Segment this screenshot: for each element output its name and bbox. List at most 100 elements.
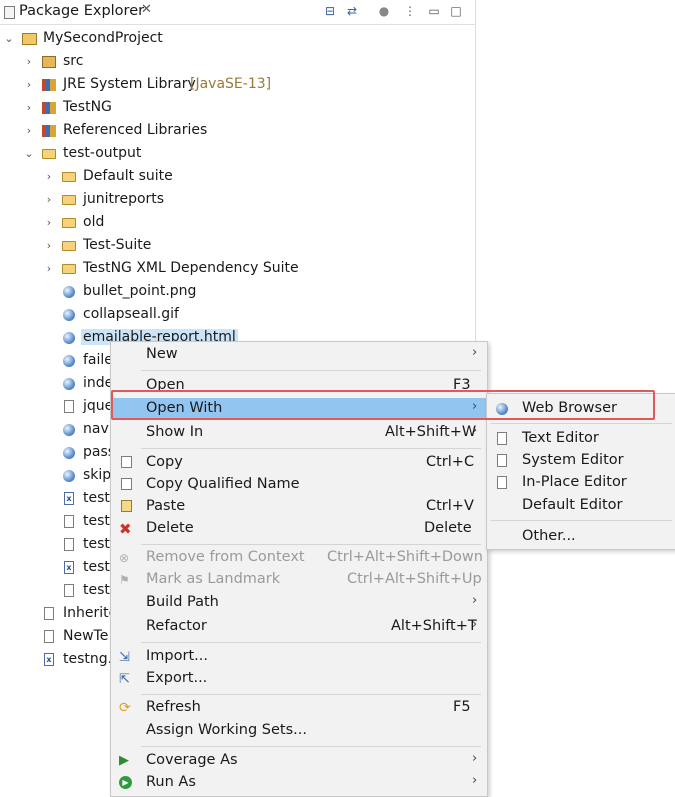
menu-item-mark-as-landmark: ⚑ Mark as Landmark Ctrl+Alt+Shift+Up: [111, 569, 487, 591]
menu-item-copy-qualified-name[interactable]: Copy Qualified Name: [111, 474, 487, 496]
minimize-icon[interactable]: ▭: [426, 3, 442, 19]
menu-shortcut: Alt+Shift+W: [385, 424, 477, 440]
tree-item-folder[interactable]: › old: [0, 212, 475, 234]
copy-icon: [119, 456, 133, 470]
view-menu-icon[interactable]: ⋮: [402, 3, 418, 19]
jre-version-decoration: [JavaSE-13]: [190, 76, 272, 92]
menu-separator: [491, 520, 672, 521]
menu-shortcut: Ctrl+Alt+Shift+Up: [347, 571, 482, 587]
tree-item-referenced-libraries[interactable]: › Referenced Libraries: [0, 120, 475, 142]
tree-item-file[interactable]: collapseall.gif: [0, 304, 475, 326]
menu-item-run-as[interactable]: ▶ Run As ›: [111, 772, 487, 794]
menu-item-label: Export...: [146, 670, 208, 686]
tree-label: test-output: [63, 145, 142, 161]
submenu-item-in-place-editor[interactable]: In-Place Editor: [487, 472, 675, 494]
menu-item-new[interactable]: New ›: [111, 344, 487, 366]
tree-label: Test-Suite: [83, 237, 152, 253]
tree-item-folder[interactable]: › Test-Suite: [0, 235, 475, 257]
menu-item-copy[interactable]: Copy Ctrl+C: [111, 452, 487, 474]
chevron-right-icon[interactable]: ›: [44, 216, 54, 230]
collapse-all-icon[interactable]: ⊟: [322, 3, 338, 19]
xml-file-icon: x: [62, 561, 76, 575]
link-with-editor-icon[interactable]: ⇄: [344, 3, 360, 19]
folder-icon: [62, 262, 76, 276]
web-file-icon: [62, 354, 76, 368]
menu-separator: [141, 642, 481, 643]
chevron-right-icon[interactable]: ›: [24, 78, 34, 92]
menu-shortcut: Alt+Shift+T: [391, 618, 477, 634]
menu-item-export[interactable]: ⇱ Export...: [111, 668, 487, 690]
tree-item-folder[interactable]: › Default suite: [0, 166, 475, 188]
chevron-right-icon: ›: [472, 345, 478, 360]
menu-item-label: Copy: [146, 454, 183, 470]
menu-item-label: Show In: [146, 424, 204, 440]
tree-label: junitreports: [83, 191, 165, 207]
close-icon[interactable]: ✕: [141, 2, 152, 17]
menu-separator: [141, 694, 481, 695]
submenu-item-label: Other...: [522, 528, 576, 544]
submenu-item-default-editor[interactable]: Default Editor: [487, 495, 675, 517]
menu-item-label: Copy Qualified Name: [146, 476, 300, 492]
library-icon: [42, 124, 56, 138]
menu-item-refactor[interactable]: Refactor Alt+Shift+T ›: [111, 616, 487, 638]
tree-item-file[interactable]: bullet_point.png: [0, 281, 475, 303]
tree-item-folder[interactable]: › junitreports: [0, 189, 475, 211]
package-explorer-icon: [4, 6, 15, 19]
chevron-right-icon[interactable]: ›: [44, 193, 54, 207]
focus-icon[interactable]: ●: [376, 3, 392, 19]
menu-item-coverage-as[interactable]: ▶ Coverage As ›: [111, 750, 487, 772]
tab-title: Package Explorer: [19, 3, 145, 19]
menu-item-label: Run As: [146, 774, 196, 790]
tree-item-jre[interactable]: › JRE System Library [JavaSE-13]: [0, 74, 475, 96]
chevron-right-icon[interactable]: ›: [24, 55, 34, 69]
tree-item-src[interactable]: › src: [0, 51, 475, 73]
menu-item-build-path[interactable]: Build Path ›: [111, 592, 487, 614]
submenu-item-label: In-Place Editor: [522, 474, 627, 490]
text-file-icon: [62, 515, 76, 529]
menu-item-label: Coverage As: [146, 752, 238, 768]
menu-item-delete[interactable]: ✖ Delete Delete: [111, 518, 487, 540]
refresh-icon: ⟳: [119, 700, 131, 716]
menu-separator: [141, 370, 481, 371]
menu-item-refresh[interactable]: ⟳ Refresh F5: [111, 697, 487, 719]
chevron-right-icon[interactable]: ›: [44, 262, 54, 276]
folder-icon: [62, 239, 76, 253]
submenu-item-other[interactable]: Other...: [487, 526, 675, 548]
menu-item-remove-from-context: ⊗ Remove from Context Ctrl+Alt+Shift+Dow…: [111, 547, 487, 569]
chevron-right-icon[interactable]: ›: [24, 101, 34, 115]
java-file-icon: [42, 607, 56, 621]
text-file-icon: [62, 538, 76, 552]
chevron-down-icon[interactable]: ⌄: [24, 147, 34, 161]
menu-shortcut: Ctrl+C: [426, 454, 475, 470]
web-file-icon: [62, 285, 76, 299]
menu-item-import[interactable]: ⇲ Import...: [111, 646, 487, 668]
submenu-item-label: Default Editor: [522, 497, 623, 513]
coverage-icon: ▶: [119, 753, 129, 768]
tree-label: JRE System Library: [63, 76, 196, 92]
submenu-item-system-editor[interactable]: System Editor: [487, 450, 675, 472]
menu-item-label: Import...: [146, 648, 208, 664]
tree-item-testng[interactable]: › TestNG: [0, 97, 475, 119]
menu-item-label: Paste: [146, 498, 186, 514]
maximize-icon[interactable]: □: [448, 3, 464, 19]
chevron-right-icon[interactable]: ›: [24, 124, 34, 138]
submenu-item-text-editor[interactable]: Text Editor: [487, 428, 675, 450]
tree-label: old: [83, 214, 105, 230]
web-file-icon: [62, 423, 76, 437]
menu-item-paste[interactable]: Paste Ctrl+V: [111, 496, 487, 518]
chevron-down-icon[interactable]: ⌄: [4, 32, 14, 46]
tree-item-test-output[interactable]: ⌄ test-output: [0, 143, 475, 165]
text-file-icon: [62, 584, 76, 598]
menu-separator: [141, 448, 481, 449]
menu-item-label: Refresh: [146, 699, 201, 715]
menu-item-show-in[interactable]: Show In Alt+Shift+W ›: [111, 422, 487, 444]
tree-item-folder[interactable]: › TestNG XML Dependency Suite: [0, 258, 475, 280]
chevron-right-icon[interactable]: ›: [44, 239, 54, 253]
menu-item-assign-working-sets[interactable]: Assign Working Sets...: [111, 720, 487, 742]
menu-item-label: Assign Working Sets...: [146, 722, 308, 738]
chevron-right-icon[interactable]: ›: [44, 170, 54, 184]
package-explorer-tab[interactable]: Package Explorer ✕: [0, 0, 158, 24]
tree-label: TestNG XML Dependency Suite: [83, 260, 299, 276]
tree-item-project[interactable]: ⌄ MySecondProject: [0, 28, 475, 50]
landmark-icon: ⚑: [119, 573, 130, 587]
